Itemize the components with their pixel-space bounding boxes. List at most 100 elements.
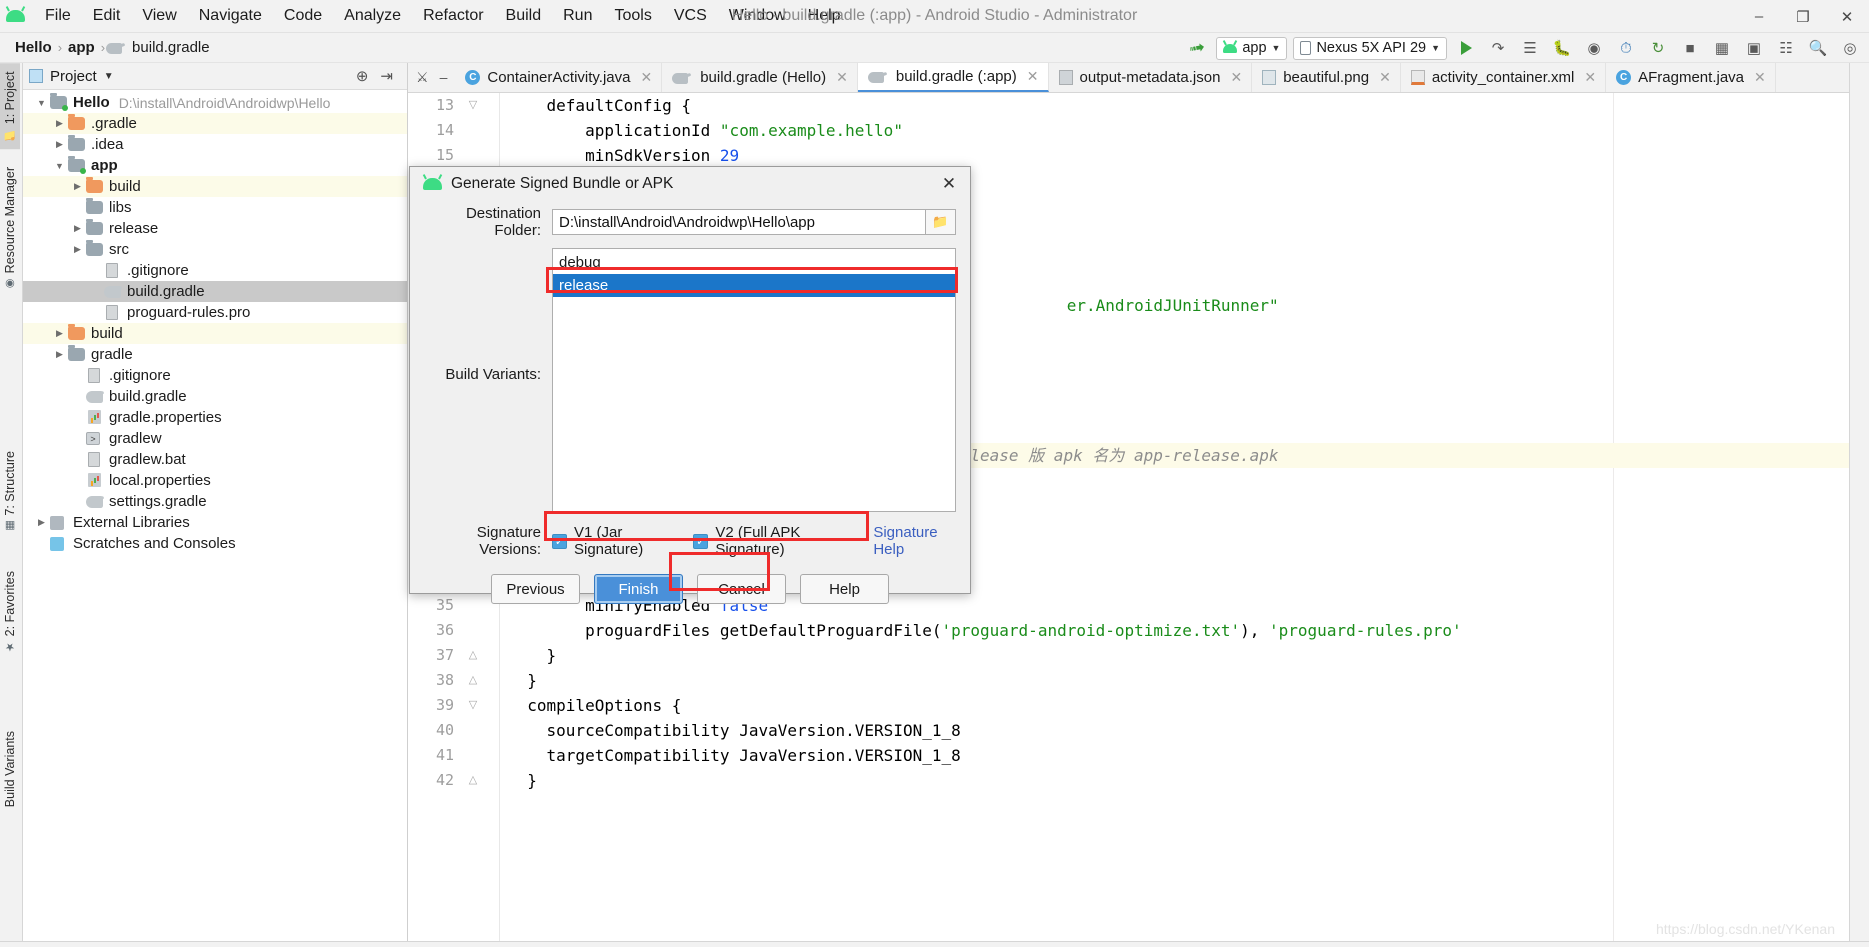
- tree-twisty[interactable]: ▶: [69, 475, 86, 486]
- tree-twisty[interactable]: ▶: [69, 496, 86, 507]
- build-variants-list[interactable]: debug release: [552, 248, 956, 512]
- menu-help[interactable]: Help: [797, 3, 852, 29]
- close-icon[interactable]: ✕: [1825, 0, 1869, 33]
- tree-twisty[interactable]: ▶: [69, 454, 86, 465]
- tree-twisty[interactable]: ▶: [69, 202, 86, 213]
- menu-navigate[interactable]: Navigate: [188, 3, 273, 29]
- editor-tab-afragment-java[interactable]: C AFragment.java ✕: [1606, 63, 1776, 92]
- tree-item-gradlew-bat[interactable]: ▶ gradlew.bat: [23, 449, 407, 470]
- sync-icon[interactable]: ↻: [1645, 36, 1671, 60]
- editor-tab-activity-container-xml[interactable]: activity_container.xml ✕: [1401, 63, 1607, 92]
- breadcrumb-file[interactable]: build.gradle: [127, 38, 215, 57]
- editor-tab-build-gradle-hello-[interactable]: build.gradle (Hello) ✕: [662, 63, 858, 92]
- sidebar-item-build-variants[interactable]: Build Variants: [0, 723, 20, 815]
- tree-item--gradle[interactable]: ▶ .gradle: [23, 113, 407, 134]
- tree-twisty[interactable]: ▶: [51, 139, 68, 150]
- tree-item-build[interactable]: ▶ build: [23, 323, 407, 344]
- signature-help-link[interactable]: Signature Help: [873, 524, 956, 558]
- tree-twisty[interactable]: ▶: [33, 517, 50, 528]
- tree-item-release[interactable]: ▶ release: [23, 218, 407, 239]
- menu-refactor[interactable]: Refactor: [412, 3, 494, 29]
- menu-window[interactable]: Window: [718, 3, 797, 29]
- code-fold-marker[interactable]: ▽: [466, 93, 480, 118]
- layout-inspector-icon[interactable]: ☷: [1773, 36, 1799, 60]
- stop-icon[interactable]: ■: [1677, 36, 1703, 60]
- tree-twisty[interactable]: ▶: [69, 433, 86, 444]
- close-icon[interactable]: ✕: [1754, 69, 1766, 86]
- chevron-down-icon[interactable]: ▼: [104, 71, 114, 82]
- build-variant-item-release[interactable]: release: [553, 274, 955, 297]
- editor-tab-beautiful-png[interactable]: beautiful.png ✕: [1252, 63, 1401, 92]
- tree-twisty[interactable]: ▶: [87, 307, 104, 318]
- tree-twisty[interactable]: ▶: [69, 244, 86, 255]
- build-variant-item-debug[interactable]: debug: [553, 251, 955, 274]
- profile-icon[interactable]: ◉: [1581, 36, 1607, 60]
- menu-run[interactable]: Run: [552, 3, 603, 29]
- collapse-all-icon[interactable]: ⇥: [380, 67, 397, 85]
- code-fold-marker[interactable]: △: [466, 768, 480, 793]
- tree-item-local-properties[interactable]: ▶ local.properties: [23, 470, 407, 491]
- cancel-button[interactable]: Cancel: [697, 574, 786, 604]
- hammer-icon[interactable]: ➟: [1182, 34, 1212, 62]
- search-icon[interactable]: 🔍: [1805, 36, 1831, 60]
- tree-twisty[interactable]: ▶: [51, 328, 68, 339]
- tree-item-build[interactable]: ▶ build: [23, 176, 407, 197]
- v2-signature-label[interactable]: V2 (Full APK Signature): [715, 524, 847, 558]
- tree-twisty[interactable]: ▶: [51, 118, 68, 129]
- close-icon[interactable]: ✕: [1584, 69, 1596, 86]
- tree-item--idea[interactable]: ▶ .idea: [23, 134, 407, 155]
- menu-code[interactable]: Code: [273, 3, 333, 29]
- code-fold-marker[interactable]: ▽: [466, 693, 480, 718]
- tree-item-libs[interactable]: ▶ libs: [23, 197, 407, 218]
- hide-panel-icon[interactable]: –: [440, 69, 448, 85]
- menu-file[interactable]: File: [34, 3, 82, 29]
- tree-twisty[interactable]: ▼: [51, 161, 68, 171]
- menu-view[interactable]: View: [131, 3, 187, 29]
- close-icon[interactable]: ✕: [1027, 68, 1039, 85]
- menu-vcs[interactable]: VCS: [663, 3, 718, 29]
- tree-twisty[interactable]: ▶: [69, 370, 86, 381]
- monitor-icon[interactable]: ⏱: [1613, 36, 1639, 60]
- tree-item-build-gradle[interactable]: ▶ build.gradle: [23, 386, 407, 407]
- tree-twisty[interactable]: ▶: [51, 349, 68, 360]
- menu-tools[interactable]: Tools: [603, 3, 662, 29]
- v1-signature-label[interactable]: V1 (Jar Signature): [574, 524, 675, 558]
- folder-browse-icon[interactable]: 📁: [926, 209, 956, 235]
- maximize-icon[interactable]: ❐: [1781, 0, 1825, 33]
- tree-item-settings-gradle[interactable]: ▶ settings.gradle: [23, 491, 407, 512]
- editor-tab-output-metadata-json[interactable]: output-metadata.json ✕: [1049, 63, 1253, 92]
- tree-item-build-gradle[interactable]: ▶ build.gradle: [23, 281, 407, 302]
- tree-twisty[interactable]: ▶: [33, 538, 50, 549]
- scroll-from-source-icon[interactable]: ⊕: [356, 67, 369, 85]
- avd-manager-icon[interactable]: ▦: [1709, 36, 1735, 60]
- menu-bar[interactable]: File Edit View Navigate Code Analyze Ref…: [34, 3, 852, 29]
- help-button[interactable]: Help: [800, 574, 889, 604]
- sidebar-item-structure[interactable]: ▦ 7: Structure: [0, 443, 20, 541]
- tree-item-src[interactable]: ▶ src: [23, 239, 407, 260]
- more-icon[interactable]: ◎: [1837, 36, 1863, 60]
- tree-item-proguard-rules-pro[interactable]: ▶ proguard-rules.pro: [23, 302, 407, 323]
- sidebar-item-project[interactable]: 📁 1: Project: [0, 63, 20, 150]
- previous-button[interactable]: Previous: [491, 574, 580, 604]
- project-tree[interactable]: ▼ Hello D:\install\Android\Androidwp\Hello…: [23, 90, 407, 554]
- tree-item-gradle[interactable]: ▶ gradle: [23, 344, 407, 365]
- jump-to-source-icon[interactable]: ⚔: [416, 69, 429, 86]
- debug-bug-icon[interactable]: 🐛: [1549, 36, 1575, 60]
- run-play-icon[interactable]: [1453, 36, 1479, 60]
- tree-twisty[interactable]: ▶: [87, 265, 104, 276]
- tree-twisty[interactable]: ▶: [69, 181, 86, 192]
- tree-twisty[interactable]: ▼: [33, 98, 50, 108]
- code-fold-marker[interactable]: △: [466, 643, 480, 668]
- destination-folder-input[interactable]: D:\install\Android\Androidwp\Hello\app: [552, 209, 926, 235]
- code-fold-marker[interactable]: △: [466, 668, 480, 693]
- close-icon[interactable]: ✕: [1379, 69, 1391, 86]
- tree-twisty[interactable]: ▶: [69, 391, 86, 402]
- v2-signature-checkbox[interactable]: ✓: [693, 533, 709, 549]
- close-icon[interactable]: ✕: [640, 69, 652, 86]
- close-icon[interactable]: ✕: [1230, 69, 1242, 86]
- minimize-icon[interactable]: –: [1737, 0, 1781, 33]
- editor-tab-build-gradle-app-[interactable]: build.gradle (:app) ✕: [857, 63, 1049, 92]
- dialog-close-icon[interactable]: ✕: [936, 171, 962, 197]
- tree-item-gradle-properties[interactable]: ▶ gradle.properties: [23, 407, 407, 428]
- breadcrumb-module[interactable]: app: [63, 38, 100, 57]
